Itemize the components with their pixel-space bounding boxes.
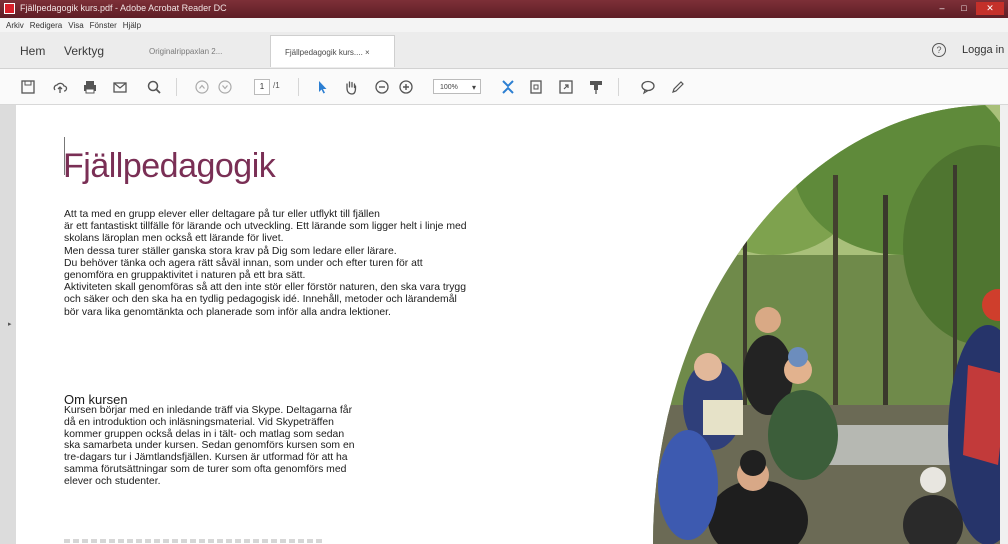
chevron-down-icon: ▾ [471,83,476,92]
nav-home[interactable]: Hem [20,44,45,58]
section-body: Kursen börjar med en inledande träff via… [64,405,474,488]
page-total: /1 [273,81,280,90]
page-number-input[interactable]: 1 [254,79,270,95]
pen-icon[interactable] [670,79,686,95]
text-line: skolans läroplan men också ett lärande f… [64,233,284,245]
login-link[interactable]: Logga in [962,44,1004,56]
text-line: bör vara lika genomtänkta och planerade … [64,306,391,318]
mail-icon[interactable] [112,79,128,95]
menu-item-edit[interactable]: Redigera [30,21,62,30]
menu-item-help[interactable]: Hjälp [123,21,141,30]
pdf-page: Fjällpedagogik Att ta med en grupp eleve… [16,105,1000,544]
document-viewport[interactable]: ▸ Fjällpedagogik Att ta med en grupp ele… [0,105,1008,544]
maximize-icon[interactable]: □ [954,2,974,15]
save-icon[interactable] [20,79,36,95]
intro-paragraph: Att ta med en grupp elever eller deltaga… [64,209,644,319]
scroll-mode-icon[interactable] [558,79,574,95]
fit-page-icon[interactable] [500,79,516,95]
menu-item-window[interactable]: Fönster [90,21,117,30]
close-icon[interactable]: ✕ [976,2,1004,15]
search-icon[interactable] [146,79,162,95]
toolbar-separator [298,78,299,96]
document-title: Fjällpedagogik [63,147,276,185]
menu-item-view[interactable]: Visa [68,21,83,30]
text-line: Kursen börjar med en inledande träff via… [64,405,353,416]
acrobat-app-icon [4,3,15,14]
text-line: är ett fantastiskt tillfälle för lärande… [64,221,467,233]
left-panel-toggle-icon[interactable]: ▸ [8,320,12,328]
hand-icon[interactable] [343,79,359,95]
text-line: Att ta med en grupp elever eller deltaga… [64,209,380,220]
print-icon[interactable] [82,79,98,95]
nav-tools[interactable]: Verktyg [64,44,104,58]
text-line: kommer gruppen också delas in i tält- oc… [64,428,345,440]
text-line: och säker och den ska ha en tydlig pedag… [64,294,457,306]
window-title: Fjällpedagogik kurs.pdf - Adobe Acrobat … [20,3,227,13]
zoom-level-select[interactable]: 100% ▾ [433,79,481,94]
toolbar-separator [618,78,619,96]
zoom-out-icon[interactable] [374,79,390,95]
menu-item-file[interactable]: Arkiv [6,21,24,30]
text-line: då en introduktion och inläsningsmateria… [64,416,334,428]
prev-page-icon[interactable] [194,79,210,95]
text-line: ska samarbeta under kursen. Sedan genomf… [64,440,355,452]
window-controls: – □ ✕ [930,2,1004,15]
document-tab-active[interactable]: Fjällpedagogik kurs.... × [270,35,395,67]
toolbar-separator [176,78,177,96]
text-line: Aktiviteten skall genomföras så att den … [64,282,466,294]
tab-bar: Hem Verktyg Originalrippaxlan 2... Fjäll… [0,32,1008,69]
stamp-icon[interactable] [588,79,604,95]
zoom-in-icon[interactable] [398,79,414,95]
group-photo-image [653,105,1000,544]
window-title-bar: Fjällpedagogik kurs.pdf - Adobe Acrobat … [0,0,1008,18]
partially-visible-text [64,539,324,543]
next-page-icon[interactable] [217,79,233,95]
help-icon[interactable]: ? [932,43,946,57]
comment-icon[interactable] [640,79,656,95]
text-line: tre-dagars tur i Jämtlandsfjällen. Kurse… [64,452,348,464]
menu-bar: Arkiv Redigera Visa Fönster Hjälp [0,18,1008,32]
text-line: Men dessa turer ställer ganska stora kra… [64,245,397,257]
select-arrow-icon[interactable] [314,79,330,95]
zoom-level-value: 100% [440,84,458,91]
upload-icon[interactable] [52,79,68,95]
text-line: genomföra en gruppaktivitet i naturen på… [64,270,306,282]
page-view-icon[interactable] [528,79,544,95]
text-line: Du behöver tänka och agera rätt såväl in… [64,257,423,269]
vertical-scrollbar[interactable] [1000,105,1008,544]
minimize-icon[interactable]: – [932,2,952,15]
document-tab[interactable]: Originalrippaxlan 2... [135,35,260,67]
toolbar: 1 /1 100% ▾ [0,69,1008,105]
text-line: samma förutsättningar som de turer som o… [64,463,347,475]
text-line: elever och studenter. [64,475,161,487]
